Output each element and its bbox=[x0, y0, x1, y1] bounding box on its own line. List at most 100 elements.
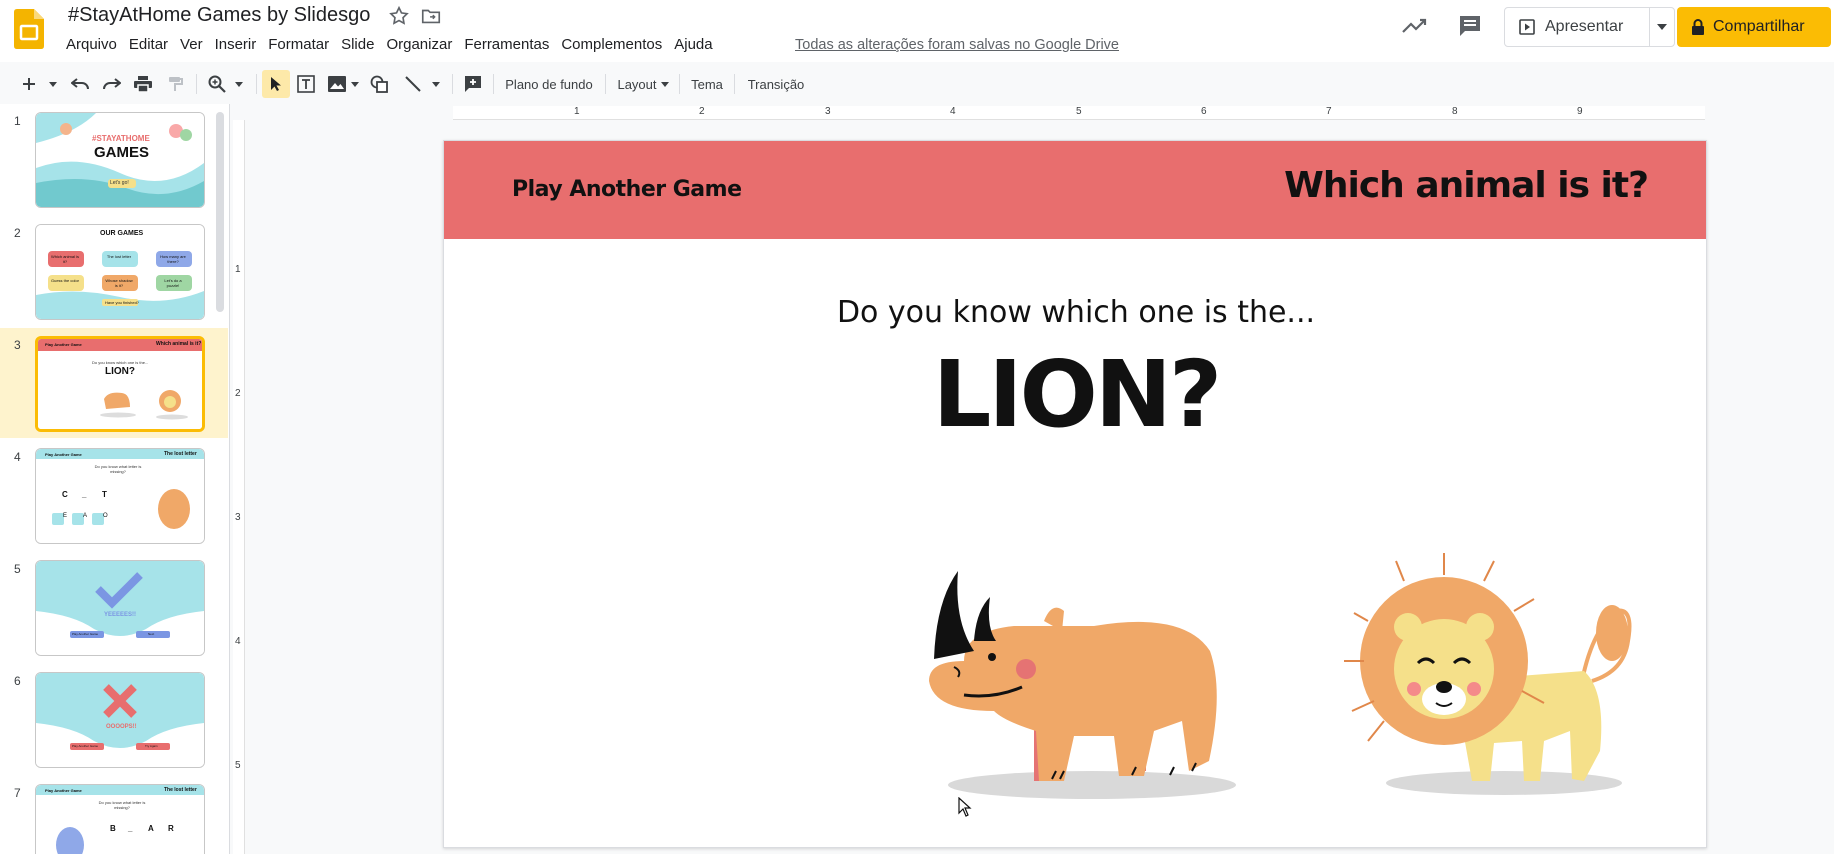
menu-inserir[interactable]: Inserir bbox=[209, 34, 263, 58]
slide-thumbnail[interactable] bbox=[35, 672, 205, 768]
layout-button[interactable]: Layout bbox=[614, 70, 672, 98]
vertical-ruler[interactable]: 1 2 3 4 5 bbox=[233, 120, 245, 854]
background-button[interactable]: Plano de fundo bbox=[500, 70, 598, 98]
caret-down-icon bbox=[432, 81, 440, 87]
transition-button[interactable]: Transição bbox=[742, 70, 810, 98]
slide-number: 6 bbox=[14, 674, 21, 688]
play-another-game-link[interactable]: Play Another Game bbox=[512, 177, 742, 202]
menu-slide[interactable]: Slide bbox=[335, 34, 380, 58]
print-button[interactable] bbox=[131, 70, 155, 98]
move-to-folder-icon[interactable] bbox=[420, 5, 442, 27]
filmstrip-item-selected[interactable]: 3 Play Another Game Which animal is it? … bbox=[0, 328, 228, 438]
slide-5-preview bbox=[36, 561, 204, 655]
menu-complementos[interactable]: Complementos bbox=[555, 34, 668, 58]
lion-illustration[interactable] bbox=[1344, 551, 1644, 801]
toolbar-divider bbox=[493, 74, 494, 94]
menu-organizar[interactable]: Organizar bbox=[380, 34, 458, 58]
slides-logo-icon[interactable] bbox=[14, 9, 44, 49]
caret-down-icon bbox=[351, 81, 359, 87]
print-icon bbox=[134, 76, 152, 92]
present-icon bbox=[1519, 19, 1535, 35]
slide-thumbnail[interactable] bbox=[35, 336, 205, 432]
thumb-7-letter: _ bbox=[128, 824, 133, 833]
line-button[interactable] bbox=[400, 70, 426, 98]
text-box-icon bbox=[297, 75, 315, 93]
slide-thumbnail[interactable] bbox=[35, 224, 205, 320]
thumb-7-letter: A bbox=[148, 824, 154, 833]
thumb-2-card: How many are there? bbox=[160, 254, 186, 264]
thumb-4-letter: _ bbox=[82, 490, 87, 499]
comments-icon[interactable] bbox=[1456, 14, 1484, 38]
rhino-illustration[interactable] bbox=[924, 571, 1254, 801]
new-slide-dropdown[interactable] bbox=[46, 70, 60, 98]
menu-formatar[interactable]: Formatar bbox=[262, 34, 335, 58]
slide-filmstrip[interactable]: 1 #STAYATHOME GAMES Let's go! 2 OUR GAME… bbox=[0, 104, 230, 854]
transition-label: Transição bbox=[747, 76, 805, 92]
thumb-7-letter: B bbox=[110, 824, 116, 833]
ruler-tick: 4 bbox=[950, 106, 956, 117]
menu-editar[interactable]: Editar bbox=[123, 34, 174, 58]
background-label: Plano de fundo bbox=[505, 76, 593, 92]
present-dropdown-button[interactable] bbox=[1649, 7, 1675, 47]
insert-image-dropdown[interactable] bbox=[349, 70, 361, 98]
share-label: Compartilhar bbox=[1713, 18, 1805, 35]
document-title[interactable]: #StayAtHome Games by Slidesgo bbox=[68, 4, 370, 27]
select-tool-button[interactable] bbox=[262, 70, 290, 98]
caret-down-icon bbox=[235, 81, 243, 87]
text-box-button[interactable] bbox=[293, 70, 319, 98]
toolbar-divider bbox=[734, 74, 735, 94]
shape-button[interactable] bbox=[366, 70, 392, 98]
ruler-tick: 9 bbox=[1577, 106, 1583, 117]
image-icon bbox=[328, 76, 346, 92]
slide-number: 2 bbox=[14, 226, 21, 240]
undo-button[interactable] bbox=[68, 70, 92, 98]
ruler-tick: 2 bbox=[699, 106, 705, 117]
slide-thumbnail[interactable] bbox=[35, 784, 205, 854]
activity-dashboard-icon[interactable] bbox=[1400, 14, 1430, 38]
thumb-7-question: Do you know what letter is missing? bbox=[98, 800, 146, 810]
slide-title[interactable]: Which animal is it? bbox=[1284, 165, 1649, 206]
present-button[interactable]: Apresentar bbox=[1504, 7, 1650, 47]
filmstrip-item[interactable]: 5 YEEEEES!! Play Another Game Next bbox=[0, 552, 228, 662]
slide-canvas[interactable]: Play Another Game Which animal is it? Do… bbox=[443, 140, 1707, 848]
menu-ferramentas[interactable]: Ferramentas bbox=[458, 34, 555, 58]
paint-format-button[interactable] bbox=[163, 70, 187, 98]
slide-thumbnail[interactable] bbox=[35, 448, 205, 544]
redo-button[interactable] bbox=[100, 70, 124, 98]
new-slide-button[interactable] bbox=[18, 70, 40, 98]
ruler-tick: 1 bbox=[235, 264, 241, 275]
layout-label: Layout bbox=[617, 76, 657, 92]
slide-number: 5 bbox=[14, 562, 21, 576]
line-dropdown[interactable] bbox=[429, 70, 443, 98]
add-comment-icon bbox=[465, 76, 481, 92]
filmstrip-item[interactable]: 6 OOOOPS!! Play Another Game Try Again bbox=[0, 664, 228, 774]
thumb-4-letter: C bbox=[62, 490, 68, 499]
ruler-tick: 2 bbox=[235, 388, 241, 399]
slide-answer-word[interactable]: LION? bbox=[444, 341, 1706, 448]
slide-question[interactable]: Do you know which one is the... bbox=[444, 295, 1706, 330]
theme-button[interactable]: Tema bbox=[686, 70, 728, 98]
insert-image-button[interactable] bbox=[324, 70, 350, 98]
menu-ajuda[interactable]: Ajuda bbox=[668, 34, 718, 58]
filmstrip-item[interactable]: 1 #STAYATHOME GAMES Let's go! bbox=[0, 104, 228, 214]
horizontral-ruler[interactable]: 1 2 3 4 5 6 7 8 9 bbox=[453, 106, 1705, 120]
menu-ver[interactable]: Ver bbox=[174, 34, 209, 58]
app-header: #StayAtHome Games by Slidesgo Arquivo Ed… bbox=[0, 0, 1834, 62]
filmstrip-item[interactable]: 7 Play Another Game The lost letter Do y… bbox=[0, 776, 228, 854]
thumb-2-card: Guess the color bbox=[50, 278, 79, 283]
slide-7-preview bbox=[36, 785, 204, 854]
google-slides-app: #StayAtHome Games by Slidesgo Arquivo Ed… bbox=[0, 0, 1834, 854]
ruler-tick: 5 bbox=[235, 760, 241, 771]
star-icon[interactable] bbox=[388, 5, 410, 27]
filmstrip-item[interactable]: 4 Play Another Game The lost letter Do y… bbox=[0, 440, 228, 550]
share-button[interactable]: Compartilhar bbox=[1677, 7, 1831, 47]
slide-thumbnail[interactable] bbox=[35, 560, 205, 656]
present-label: Apresentar bbox=[1545, 18, 1624, 35]
filmstrip-item[interactable]: 2 OUR GAMES Which animal is it? The lost… bbox=[0, 216, 228, 326]
menu-arquivo[interactable]: Arquivo bbox=[60, 34, 123, 58]
add-comment-button[interactable] bbox=[460, 70, 486, 98]
zoom-button[interactable] bbox=[205, 70, 229, 98]
save-status-link[interactable]: Todas as alterações foram salvas no Goog… bbox=[795, 37, 1119, 53]
zoom-dropdown[interactable] bbox=[232, 70, 246, 98]
toolbar-divider bbox=[679, 74, 680, 94]
